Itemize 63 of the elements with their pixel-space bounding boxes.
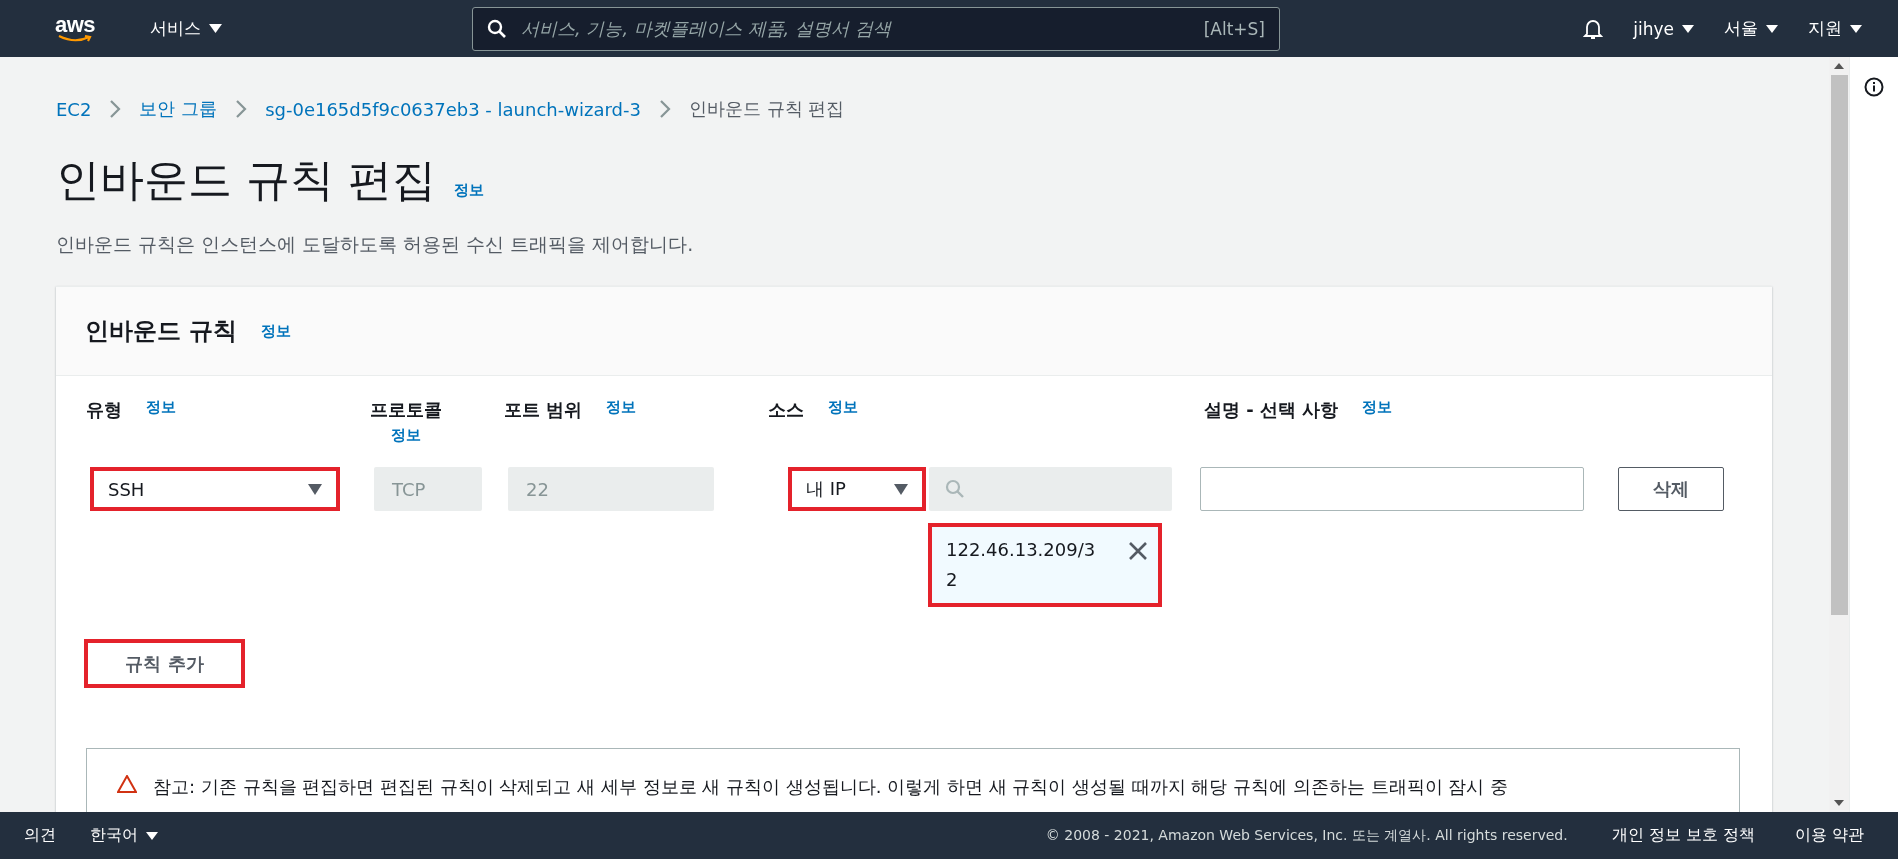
caret-icon <box>1766 24 1778 33</box>
description-input[interactable] <box>1200 467 1584 511</box>
info-link[interactable]: 정보 <box>261 321 292 341</box>
protocol-field: TCP <box>374 467 482 511</box>
warning-icon <box>117 775 137 793</box>
caret-icon <box>308 483 322 495</box>
info-link[interactable]: 정보 <box>1362 398 1393 422</box>
add-rule-button[interactable]: 규칙 추가 <box>84 639 245 688</box>
info-link[interactable]: 정보 <box>454 181 484 200</box>
search-field[interactable]: 서비스, 기능, 마켓플레이스 제품, 설명서 검색 <box>519 17 1192 40</box>
shortcut-hint: [Alt+S] <box>1203 18 1265 39</box>
scroll-up-icon[interactable] <box>1834 63 1844 69</box>
info-link[interactable]: 정보 <box>146 398 176 422</box>
breadcrumb-link[interactable]: EC2 <box>56 98 92 120</box>
breadcrumb-link[interactable]: sg-0e165d5f9c0637eb3 - launch-wizard-3 <box>265 98 641 120</box>
caret-icon <box>1682 24 1694 33</box>
services-menu[interactable]: 서비스 <box>150 17 222 40</box>
delete-button[interactable]: 삭제 <box>1618 467 1724 511</box>
footer-link[interactable]: 이용 약관 <box>1794 825 1864 846</box>
info-link[interactable]: 정보 <box>828 398 858 422</box>
column-header: 소스 <box>768 398 804 422</box>
column-header: 프로토콜 <box>370 398 442 422</box>
search-icon <box>945 479 965 499</box>
source-select[interactable]: 내 IP <box>788 467 926 511</box>
logo-text: aws <box>54 14 96 35</box>
column-header: 포트 범위 <box>504 398 583 422</box>
breadcrumb-current: 인바운드 규칙 편집 <box>688 97 845 121</box>
port-range-field: 22 <box>508 467 714 511</box>
user-menu[interactable]: jihye <box>1633 18 1694 39</box>
info-link[interactable]: 정보 <box>606 398 637 422</box>
info-icon[interactable] <box>1864 77 1884 97</box>
smile-arrow-icon <box>58 34 92 43</box>
type-select[interactable]: SSH <box>90 467 340 511</box>
footer-link[interactable]: 개인 정보 보호 정책 <box>1611 825 1755 846</box>
column-header: 유형 <box>86 398 122 422</box>
chevron-icon <box>658 99 671 119</box>
search-icon <box>487 18 507 39</box>
chevron-icon <box>235 99 248 119</box>
bell-icon[interactable] <box>1583 17 1604 40</box>
scrollbar-thumb[interactable] <box>1830 75 1848 615</box>
cidr-search-field[interactable] <box>929 467 1172 511</box>
support-menu[interactable]: 지원 <box>1808 17 1862 40</box>
caret-icon <box>209 24 222 33</box>
info-link[interactable]: 정보 <box>391 426 421 445</box>
search-bar[interactable]: 서비스, 기능, 마켓플레이스 제품, 설명서 검색 [Alt+S] <box>472 6 1280 51</box>
language-menu[interactable]: 한국어 <box>90 825 158 846</box>
close-icon[interactable] <box>1128 541 1148 561</box>
caret-icon <box>894 483 908 495</box>
caret-icon <box>1850 24 1862 33</box>
copyright-text: © 2008 - 2021, Amazon Web Services, Inc. 또는 계열사. All rights reserved. <box>1045 826 1568 845</box>
column-header: 설명 - 선택 사항 <box>1204 398 1339 422</box>
warning-text: 참고: 기존 규칙을 편집하면 편집된 규칙이 삭제되고 새 세부 정보로 새 규칙이 생성됩니다. 이렇게 하면 새 규칙이 생성될 때까지 해당 규칙에 의존하는 트래픽이 잠시 중 <box>153 775 1509 799</box>
caret-icon <box>146 831 158 840</box>
panel-title: 인바운드 규칙 <box>85 316 238 347</box>
breadcrumb-link[interactable]: 보안 그룹 <box>139 97 218 121</box>
scroll-down-icon[interactable] <box>1834 800 1844 806</box>
page-title: 인바운드 규칙 편집 <box>56 153 436 207</box>
chevron-icon <box>109 99 122 119</box>
token-label: 122.46.13.209/32 <box>946 538 1097 592</box>
aws-logo[interactable]: aws <box>50 14 100 43</box>
feedback-link[interactable]: 의견 <box>24 825 56 846</box>
region-menu[interactable]: 서울 <box>1724 17 1778 40</box>
page-description: 인바운드 규칙은 인스턴스에 도달하도록 허용된 수신 트래픽을 제어합니다. <box>56 232 695 257</box>
